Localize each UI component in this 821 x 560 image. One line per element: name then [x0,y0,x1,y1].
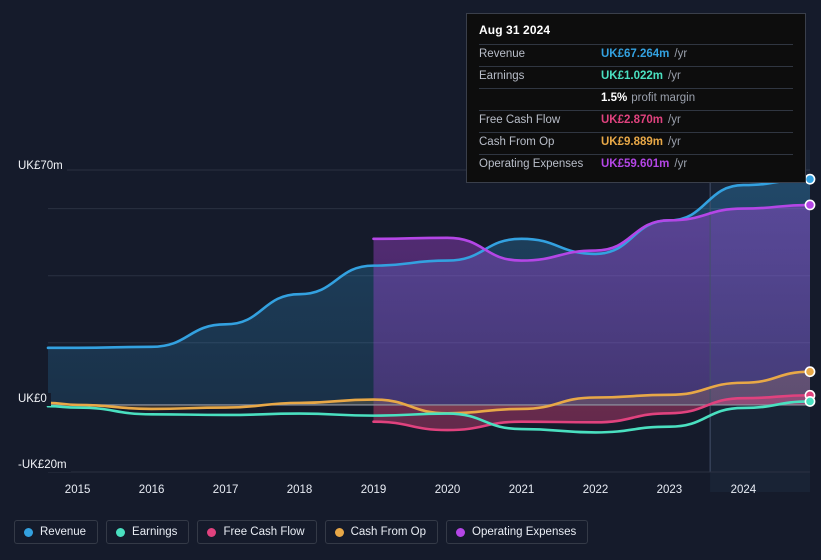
legend-dot-icon [116,527,126,537]
x-axis-tick-2021: 2021 [508,484,535,496]
cash-from-op-end-marker [804,366,816,378]
tooltip-row-unit: /yr [674,158,688,170]
tooltip-row-unit: /yr [668,70,681,82]
chart-app: UK£70m UK£0 -UK£20m 2015 2016 2017 2018 2019… [0,0,821,560]
tooltip-row: Operating Expenses UK£59.601m/yr [479,154,793,176]
y-axis-label-70m: UK£70m [18,160,67,173]
tooltip-row-value: 1.5% [601,92,628,104]
legend-item-label: Free Cash Flow [223,526,305,538]
tooltip-row-label: Operating Expenses [479,158,584,170]
tooltip-row-value: UK£59.601m [601,158,670,170]
tooltip-row-value-group: UK£59.601m/yr [601,158,687,170]
legend-item-operating-expenses[interactable]: Operating Expenses [446,520,589,544]
legend-dot-icon [334,527,344,537]
tooltip-row-value-group: UK£9.889m/yr [601,136,681,148]
x-axis-tick-2015: 2015 [64,484,91,496]
tooltip-row-value-group: 1.5% profit margin [601,92,695,104]
x-axis-tick-2016: 2016 [138,484,165,496]
tooltip-row-unit: /yr [674,48,688,60]
tooltip-row: Cash From Op UK£9.889m/yr [479,132,793,154]
tooltip-row-value: UK£1.022m [601,70,664,82]
tooltip-row-label: Earnings [479,70,525,82]
forecast-band [710,150,810,492]
tooltip-row: Earnings UK£1.022m/yr [479,66,793,88]
legend-dot-icon [456,527,466,537]
tooltip-row-value: UK£67.264m [601,48,670,60]
tooltip-row-value-group: UK£1.022m/yr [601,70,681,82]
tooltip-row-label: Free Cash Flow [479,114,561,126]
tooltip-row-value: UK£9.889m [601,136,664,148]
x-axis-tick-2023: 2023 [656,484,683,496]
tooltip-row: 1.5% profit margin [479,88,793,110]
legend-item-earnings[interactable]: Earnings [106,520,190,544]
earnings-end-marker [804,396,816,407]
tooltip-row-value: UK£2.870m [601,114,664,126]
legend-item-label: Cash From Op [350,526,427,538]
x-axis-tick-2024: 2024 [730,484,757,496]
tooltip-row-label: Cash From Op [479,136,555,148]
tooltip-row-value-group: UK£2.870m/yr [601,114,681,126]
y-axis-label-neg20m: -UK£20m [18,459,71,472]
tooltip-row-unit: profit margin [631,92,696,104]
x-axis-tick-2020: 2020 [434,484,461,496]
tooltip-row-value-group: UK£67.264m/yr [601,48,687,60]
legend-item-label: Revenue [40,526,87,538]
tooltip-row: Free Cash Flow UK£2.870m/yr [479,110,793,132]
x-axis-tick-2018: 2018 [286,484,313,496]
legend-item-label: Earnings [132,526,178,538]
legend-dot-icon [24,527,33,537]
legend-item-revenue[interactable]: Revenue [14,520,99,544]
legend-item-cash-from-op[interactable]: Cash From Op [324,520,439,544]
y-axis-label-0: UK£0 [18,393,51,406]
tooltip-rows: Revenue UK£67.264m/yr Earnings UK£1.022m/yr… [479,44,793,176]
x-axis-tick-2022: 2022 [582,484,609,496]
tooltip-date: Aug 31 2024 [479,23,551,37]
data-tooltip: Aug 31 2024 Revenue UK£67.264m/yr Earnings… [466,13,806,183]
legend-item-label: Operating Expenses [472,526,577,538]
operating-expenses-end-marker [804,199,816,211]
chart-legend[interactable]: Revenue Earnings Free Cash Flow Cash From O… [0,512,821,552]
tooltip-row-label: Revenue [479,48,526,60]
legend-item-free-cash-flow[interactable]: Free Cash Flow [197,520,317,544]
legend-dot-icon [207,527,217,537]
x-axis-tick-2017: 2017 [212,484,239,496]
tooltip-row-unit: /yr [668,136,681,148]
tooltip-row: Revenue UK£67.264m/yr [479,44,793,66]
tooltip-row-unit: /yr [668,114,681,126]
revenue-end-marker [804,173,816,185]
x-axis-tick-2019: 2019 [360,484,387,496]
